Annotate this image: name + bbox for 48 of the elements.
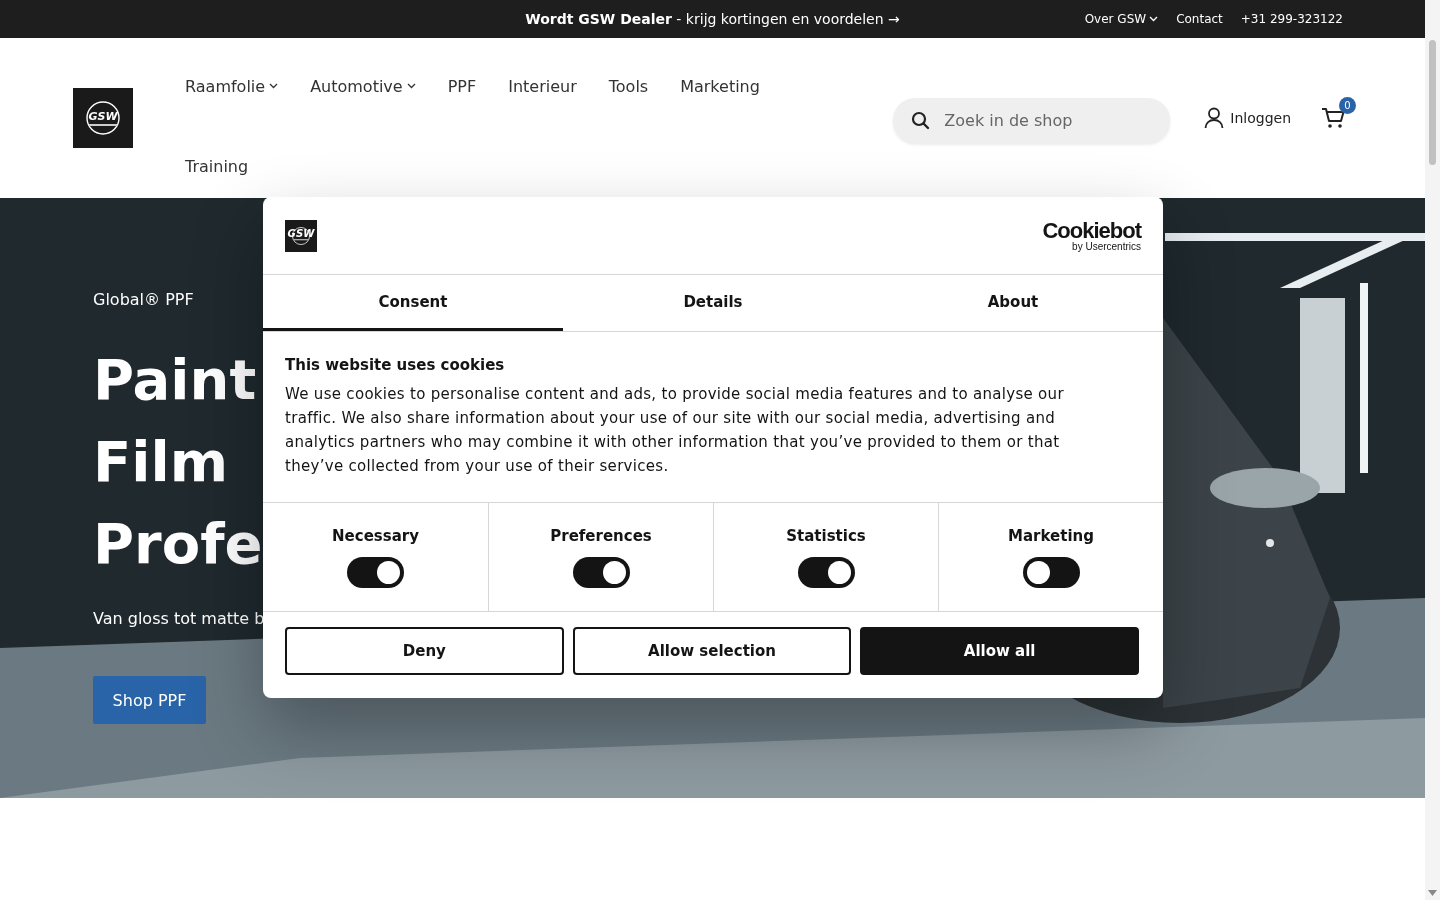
hero-subtitle: Van gloss tot matte b (93, 609, 265, 628)
consent-button[interactable]: Allow all (860, 627, 1139, 675)
hero-headline-line: Film (93, 428, 228, 496)
nav-link[interactable]: Raamfolie (185, 66, 311, 106)
hero-headline-line: Paint (93, 346, 257, 414)
scroll-down-icon[interactable] (1428, 890, 1437, 896)
dialog-title: This website uses cookies (285, 356, 506, 374)
scrollbar-thumb[interactable] (1429, 40, 1436, 165)
category-label: Necessary (332, 526, 419, 545)
dialog-tab[interactable]: Details (563, 275, 863, 331)
search-icon (911, 110, 931, 130)
dialog-tab[interactable]: About (863, 275, 1163, 331)
nav-link[interactable]: Training (185, 146, 281, 186)
cart-icon[interactable] (1321, 107, 1345, 129)
consent-button[interactable]: Deny (285, 627, 564, 675)
category-label: Marketing (1008, 526, 1094, 545)
cookiebot-tagline: by Usercentrics (1072, 241, 1141, 252)
logo[interactable]: GSW (73, 88, 133, 148)
chevron-down-icon (406, 83, 416, 89)
chevron-down-icon (1149, 16, 1159, 22)
category-toggle[interactable] (572, 556, 630, 588)
nav-link[interactable]: Marketing (680, 66, 792, 106)
promo-link[interactable]: Wordt GSW Dealer - krijg kortingen en voordelen → (525, 11, 900, 27)
user-icon (1204, 107, 1225, 129)
chevron-down-icon (269, 83, 279, 89)
cart-count-badge: 0 (1339, 97, 1356, 114)
top-link[interactable]: Contact (1176, 12, 1223, 26)
category-toggle[interactable] (1022, 556, 1080, 588)
hero-headline-line: Profe (93, 510, 263, 578)
nav-link[interactable]: Interieur (508, 66, 609, 106)
login-link[interactable]: Inloggen (1204, 107, 1291, 129)
logo[interactable]: GSW (285, 219, 317, 252)
category-label: Preferences (550, 526, 652, 545)
hero-eyebrow: Global® PPF (93, 290, 194, 309)
cookiebot-brand: Cookiebot (1042, 219, 1141, 242)
category-toggle[interactable] (347, 556, 404, 588)
search-field[interactable]: Zoek in de shop (893, 97, 1171, 143)
top-link[interactable]: Over GSW (1084, 12, 1159, 26)
top-link[interactable]: +31 299-323122 (1240, 12, 1343, 26)
category-toggle[interactable] (797, 556, 855, 588)
dialog-tab[interactable]: Consent (263, 275, 563, 331)
dialog-text: We use cookies to personalise content and ads, to provide social media features and to analyse our traffic. We also share information about your use of our site with our social media, advertising and analytics partners who may combine it with other information that you’ve provided to them or that they’ve collected from your use of their services. (285, 384, 1065, 477)
nav-link[interactable]: Tools (608, 66, 681, 106)
nav-link[interactable]: Automotive (310, 66, 448, 106)
shop-button[interactable]: Shop PPF (93, 676, 206, 724)
consent-button[interactable]: Allow selection (572, 627, 852, 675)
nav-link[interactable]: PPF (447, 66, 509, 106)
category-label: Statistics (786, 526, 866, 545)
